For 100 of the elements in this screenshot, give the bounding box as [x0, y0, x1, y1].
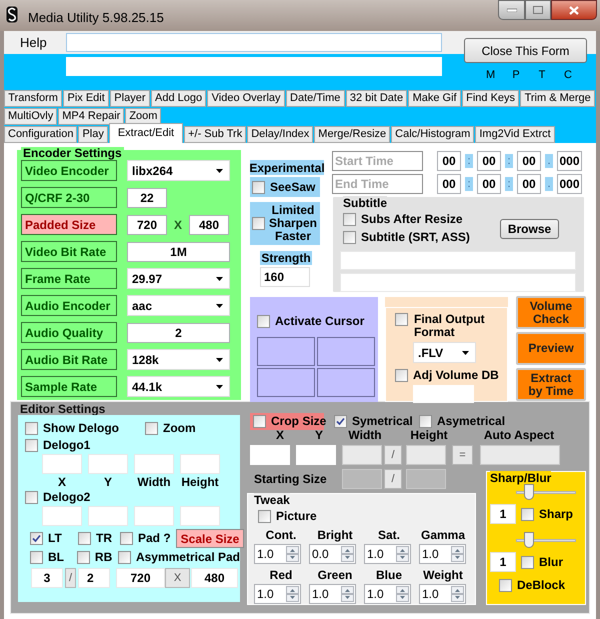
tab[interactable]: Delay/Index: [247, 126, 314, 143]
tab[interactable]: Merge/Resize: [314, 126, 390, 143]
input-field[interactable]: [406, 469, 446, 489]
tab[interactable]: Date/Time: [286, 90, 345, 107]
close-button[interactable]: [551, 0, 597, 20]
action-button[interactable]: Extract by Time: [516, 368, 586, 401]
spin-field[interactable]: 1.0: [364, 544, 411, 564]
tab[interactable]: Play: [78, 126, 108, 143]
spin-field[interactable]: 1.0: [364, 584, 411, 604]
input-field[interactable]: 00: [517, 150, 541, 170]
checkbox[interactable]: [343, 213, 356, 226]
checkbox[interactable]: [343, 231, 356, 244]
checkbox[interactable]: [25, 422, 38, 435]
input-field[interactable]: [250, 445, 290, 465]
tab[interactable]: Pix Edit: [63, 90, 110, 107]
action-button[interactable]: Preview: [516, 332, 586, 365]
dropdown[interactable]: aac: [127, 295, 230, 316]
spin-field[interactable]: 1.0: [419, 584, 466, 604]
input-field[interactable]: 1M: [127, 242, 230, 262]
tab[interactable]: Video Overlay: [207, 90, 285, 107]
input-field[interactable]: 00: [437, 174, 461, 194]
input-field[interactable]: 1: [490, 552, 516, 572]
slider[interactable]: [516, 484, 576, 500]
input-field[interactable]: [406, 445, 446, 465]
input-field[interactable]: 2: [127, 322, 230, 342]
slider-thumb[interactable]: [524, 532, 534, 548]
slider[interactable]: [516, 532, 576, 548]
small-button[interactable]: /: [384, 445, 402, 465]
spin-field[interactable]: 1.0: [254, 544, 301, 564]
tab[interactable]: Player: [110, 90, 150, 107]
input-field[interactable]: 00: [517, 174, 541, 194]
input-field[interactable]: 480: [189, 214, 230, 234]
tab[interactable]: Add Logo: [150, 90, 206, 107]
input-field[interactable]: 1: [490, 504, 516, 524]
action-button[interactable]: Volume Check: [516, 296, 586, 329]
checkbox[interactable]: [30, 532, 43, 545]
checkbox[interactable]: [258, 510, 271, 523]
dropdown[interactable]: .FLV: [413, 342, 476, 363]
input-field[interactable]: [342, 469, 382, 489]
checkbox[interactable]: [30, 551, 43, 564]
tab[interactable]: MultiOvly: [4, 108, 58, 125]
time-field[interactable]: Start Time: [332, 150, 423, 170]
input-field[interactable]: 720: [127, 214, 167, 234]
tab[interactable]: Calc/Histogram: [391, 126, 474, 143]
checkbox[interactable]: [25, 491, 38, 504]
input-field[interactable]: 00: [477, 174, 501, 194]
checkbox[interactable]: [78, 532, 91, 545]
checkbox[interactable]: [419, 415, 432, 428]
tab[interactable]: Extract/Edit: [108, 123, 184, 143]
spin-field[interactable]: 0.0: [309, 544, 356, 564]
tab[interactable]: 32 bit Date: [346, 90, 408, 107]
input-field[interactable]: [66, 33, 442, 52]
small-button[interactable]: =: [452, 445, 473, 465]
dropdown[interactable]: 128k: [127, 349, 230, 370]
checkbox[interactable]: [334, 415, 347, 428]
tab[interactable]: Make Gif: [408, 90, 461, 107]
checkbox[interactable]: [76, 551, 90, 564]
tab[interactable]: Configuration: [4, 126, 78, 143]
small-button[interactable]: X: [165, 568, 190, 588]
tab[interactable]: Transform: [4, 90, 62, 107]
input-field[interactable]: [480, 445, 560, 465]
dropdown[interactable]: libx264: [127, 160, 230, 181]
input-field[interactable]: [413, 385, 474, 403]
input-field[interactable]: 00: [477, 150, 501, 170]
spin-field[interactable]: 1.0: [254, 584, 301, 604]
input-field[interactable]: 000: [557, 174, 582, 194]
spin-field[interactable]: 1.0: [309, 584, 356, 604]
tab[interactable]: MP4 Repair: [58, 108, 124, 125]
checkbox[interactable]: [395, 313, 408, 326]
maximize-button[interactable]: [525, 0, 551, 20]
checkbox[interactable]: [120, 532, 133, 545]
input-field[interactable]: 00: [437, 150, 461, 170]
input-field[interactable]: 160: [260, 267, 310, 287]
input-field[interactable]: [342, 445, 382, 465]
checkbox[interactable]: [499, 579, 512, 592]
input-field[interactable]: 22: [127, 188, 167, 208]
checkbox[interactable]: [145, 422, 158, 435]
input-field[interactable]: [66, 57, 442, 76]
checkbox[interactable]: [395, 369, 408, 382]
tab[interactable]: Find Keys: [462, 90, 520, 107]
time-field[interactable]: End Time: [332, 174, 423, 194]
tab[interactable]: Trim & Merge: [520, 90, 596, 107]
input-field[interactable]: 720: [116, 568, 165, 588]
tab[interactable]: +/- Sub Trk: [184, 126, 246, 143]
checkbox[interactable]: [521, 508, 534, 520]
checkbox[interactable]: [25, 439, 38, 452]
small-button[interactable]: /: [384, 469, 402, 489]
close-form-button[interactable]: Close This Form: [464, 38, 587, 63]
tab[interactable]: Img2Vid Extrct: [475, 126, 555, 143]
checkbox[interactable]: [521, 556, 534, 568]
dropdown[interactable]: 44.1k: [127, 376, 230, 397]
minimize-button[interactable]: [498, 0, 525, 20]
input-field[interactable]: 3: [31, 568, 63, 588]
input-field[interactable]: 000: [557, 150, 582, 170]
slider-thumb[interactable]: [524, 484, 534, 500]
small-button[interactable]: /: [65, 568, 76, 588]
checkbox[interactable]: [118, 551, 131, 564]
input-field[interactable]: [296, 445, 336, 465]
checkbox[interactable]: [257, 315, 270, 328]
checkbox[interactable]: [252, 180, 265, 194]
